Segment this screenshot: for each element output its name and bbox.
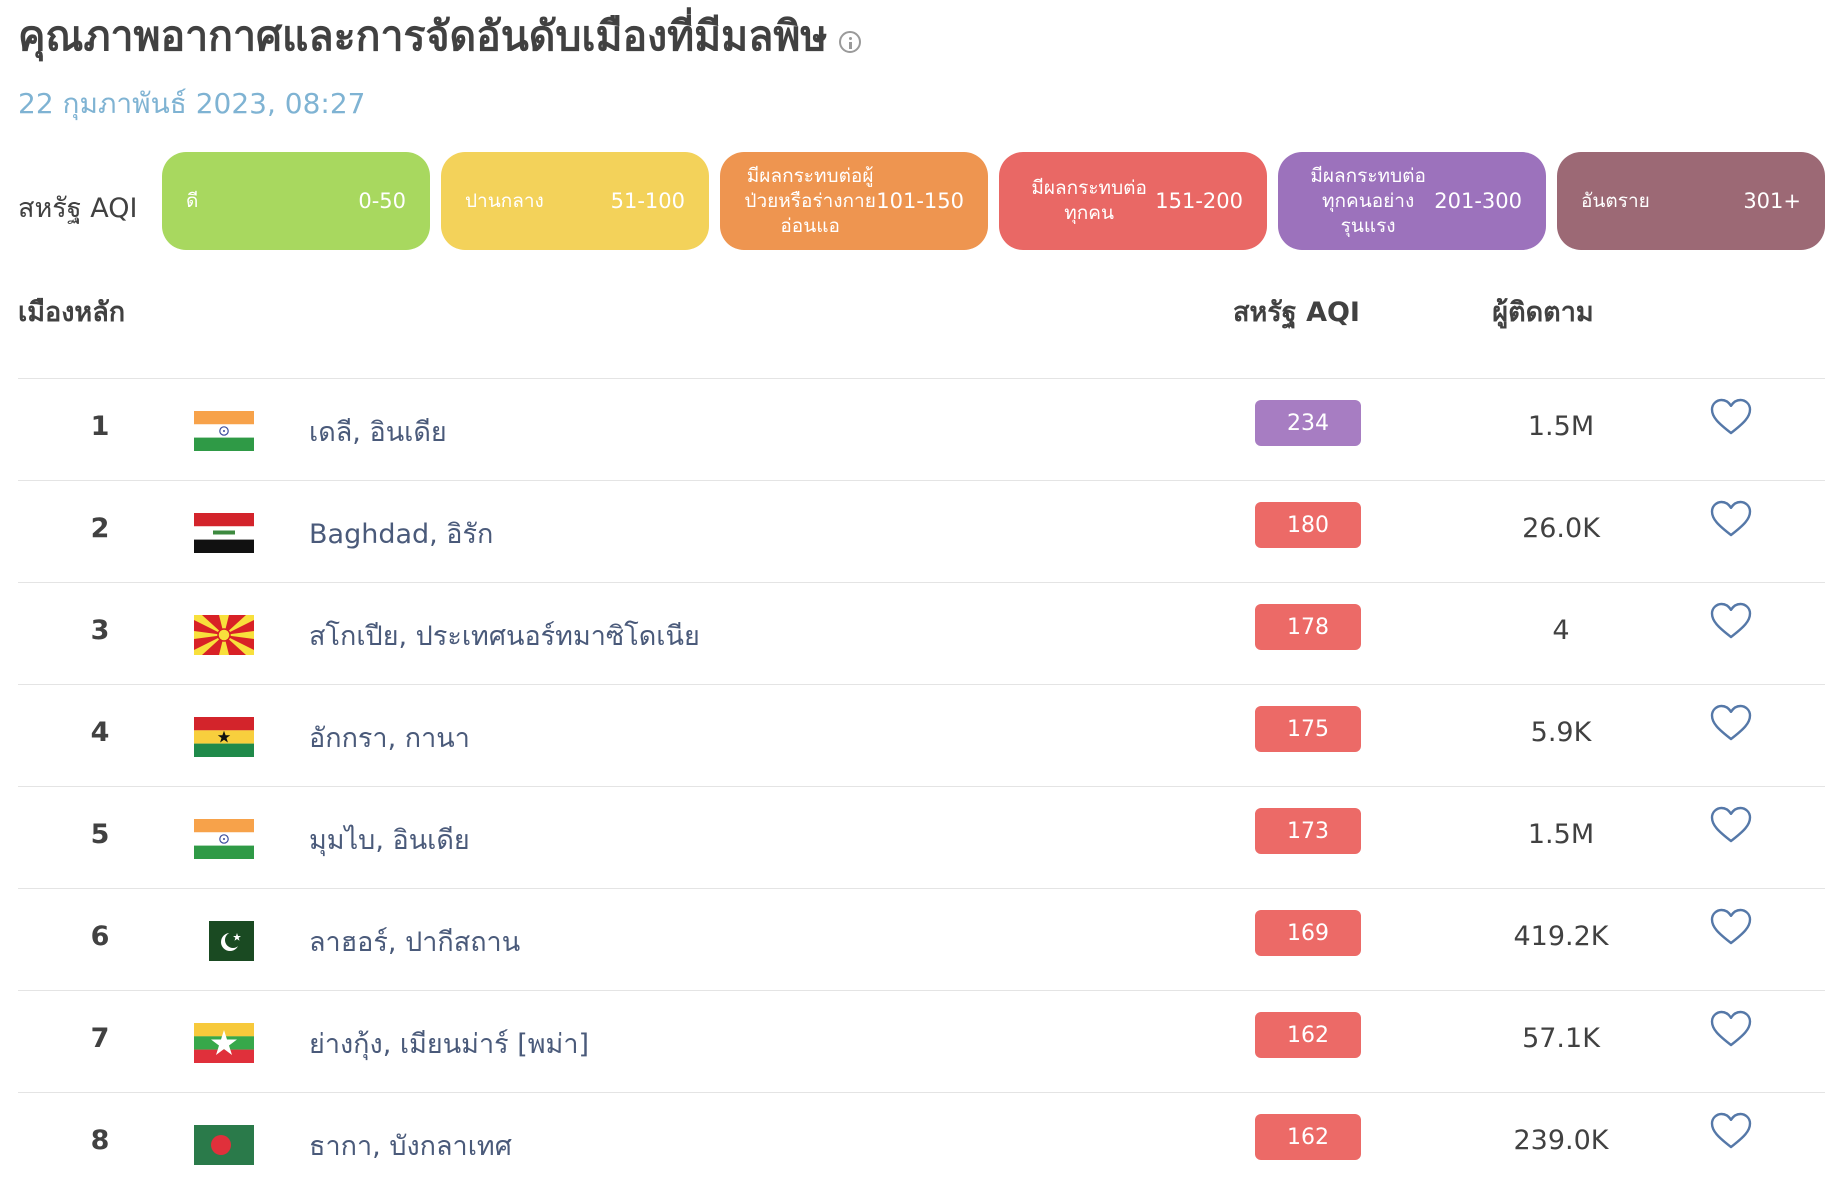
rank-number: 1 <box>90 411 110 442</box>
update-timestamp: 22 กุมภาพันธ์ 2023, 08:27 <box>18 87 366 120</box>
rank-number: 7 <box>90 1023 110 1054</box>
city-link[interactable]: อักกรา, กานา <box>309 716 470 759</box>
rank-number: 8 <box>90 1125 110 1156</box>
aqi-badge: 162 <box>1255 1114 1361 1160</box>
legend-item-range: 151-200 <box>1155 189 1243 213</box>
city-link[interactable]: ย่างกุ้ง, เมียนม่าร์ [พม่า] <box>309 1022 589 1065</box>
pakistan-flag <box>194 921 254 961</box>
legend-item-hazardous: อันตราย 301+ <box>1557 152 1825 250</box>
aqi-badge: 178 <box>1255 604 1361 650</box>
heart-icon[interactable] <box>1710 908 1752 946</box>
table-row[interactable]: 6 ลาฮอร์, ปากีสถาน 169 419.2K <box>18 888 1825 990</box>
legend-item-name: มีผลกระทบต่อทุกคนอย่างรุนแรง <box>1310 164 1426 237</box>
heart-icon[interactable] <box>1710 704 1752 742</box>
rank-number: 4 <box>90 717 110 748</box>
table-row[interactable]: 4 อักกรา, กานา 175 5.9K <box>18 684 1825 786</box>
aqi-badge: 180 <box>1255 502 1361 548</box>
table-row[interactable]: 7 ย่างกุ้ง, เมียนม่าร์ [พม่า] 162 57.1K <box>18 990 1825 1092</box>
page-title-text: คุณภาพอากาศและการจัดอันดับเมืองที่มีมลพิ… <box>18 12 828 60</box>
follower-count: 1.5M <box>1527 411 1595 442</box>
follower-count: 419.2K <box>1513 921 1609 952</box>
city-link[interactable]: ธากา, บังกลาเทศ <box>309 1124 512 1167</box>
follower-count: 239.0K <box>1513 1125 1609 1156</box>
city-link[interactable]: มุมไบ, อินเดีย <box>309 818 470 861</box>
aqi-badge: 175 <box>1255 706 1361 752</box>
legend-item-name: มีผลกระทบต่อทุกคน <box>1031 177 1147 224</box>
heart-icon[interactable] <box>1710 602 1752 640</box>
column-header-followers[interactable]: ผู้ติดตาม <box>1473 290 1613 333</box>
legend-item-name: อันตราย <box>1581 189 1650 212</box>
follower-count: 26.0K <box>1522 513 1600 544</box>
legend-item-moderate: ปานกลาง 51-100 <box>441 152 709 250</box>
myanmar-flag <box>194 1023 254 1063</box>
india-flag <box>194 411 254 451</box>
legend-item-range: 51-100 <box>610 189 685 213</box>
heart-icon[interactable] <box>1710 500 1752 538</box>
ghana-flag <box>194 717 254 757</box>
follower-count: 1.5M <box>1527 819 1595 850</box>
rank-number: 6 <box>90 921 110 952</box>
legend-item-unhealthy: มีผลกระทบต่อทุกคน 151-200 <box>999 152 1267 250</box>
legend-item-name: ดี <box>186 189 199 212</box>
aqi-legend: ดี 0-50 ปานกลาง 51-100 มีผลกระทบต่อผู้ป่… <box>162 152 1836 250</box>
legend-item-name: ปานกลาง <box>465 189 544 212</box>
legend-item-range: 201-300 <box>1434 189 1522 213</box>
table-row[interactable]: 1 เดลี, อินเดีย 234 1.5M <box>18 378 1825 480</box>
rank-number: 2 <box>90 513 110 544</box>
legend-item-good: ดี 0-50 <box>162 152 430 250</box>
city-link[interactable]: ลาฮอร์, ปากีสถาน <box>309 920 520 963</box>
aqi-badge: 234 <box>1255 400 1361 446</box>
legend-item-unhealthy-sensitive: มีผลกระทบต่อผู้ป่วยหรือร่างกายอ่อนแอ 101… <box>720 152 988 250</box>
legend-item-range: 101-150 <box>876 189 964 213</box>
follower-count: 5.9K <box>1530 717 1592 748</box>
city-link[interactable]: เดลี, อินเดีย <box>309 410 447 453</box>
page-title: คุณภาพอากาศและการจัดอันดับเมืองที่มีมลพิ… <box>18 4 862 69</box>
legend-item-very-unhealthy: มีผลกระทบต่อทุกคนอย่างรุนแรง 201-300 <box>1278 152 1546 250</box>
heart-icon[interactable] <box>1710 398 1752 436</box>
bangladesh-flag <box>194 1125 254 1165</box>
table-row[interactable]: 3 สโกเปีย, ประเทศนอร์ทมาซิโดเนีย 178 4 <box>18 582 1825 684</box>
city-link[interactable]: สโกเปีย, ประเทศนอร์ทมาซิโดเนีย <box>309 614 700 657</box>
iraq-flag <box>194 513 254 553</box>
aqi-badge: 169 <box>1255 910 1361 956</box>
legend-item-name: มีผลกระทบต่อผู้ป่วยหรือร่างกายอ่อนแอ <box>744 164 876 237</box>
legend-item-range: 301+ <box>1743 189 1801 213</box>
info-icon[interactable] <box>839 30 862 53</box>
legend-label: สหรัฐ AQI <box>18 193 138 224</box>
rank-number: 5 <box>90 819 110 850</box>
city-link[interactable]: Baghdad, อิรัก <box>309 512 493 555</box>
table-row[interactable]: 2 Baghdad, อิรัก 180 26.0K <box>18 480 1825 582</box>
aqi-badge: 173 <box>1255 808 1361 854</box>
heart-icon[interactable] <box>1710 1010 1752 1048</box>
rank-number: 3 <box>90 615 110 646</box>
north-macedonia-flag <box>194 615 254 655</box>
heart-icon[interactable] <box>1710 1112 1752 1150</box>
column-header-aqi[interactable]: สหรัฐ AQI <box>1233 290 1360 333</box>
follower-count: 4 <box>1552 615 1570 646</box>
heart-icon[interactable] <box>1710 806 1752 844</box>
india-flag <box>194 819 254 859</box>
table-row[interactable]: 8 ธากา, บังกลาเทศ 162 239.0K <box>18 1092 1825 1194</box>
table-row[interactable]: 5 มุมไบ, อินเดีย 173 1.5M <box>18 786 1825 888</box>
legend-item-range: 0-50 <box>358 189 406 213</box>
column-header-city: เมืองหลัก <box>18 297 126 328</box>
aqi-badge: 162 <box>1255 1012 1361 1058</box>
follower-count: 57.1K <box>1522 1023 1600 1054</box>
